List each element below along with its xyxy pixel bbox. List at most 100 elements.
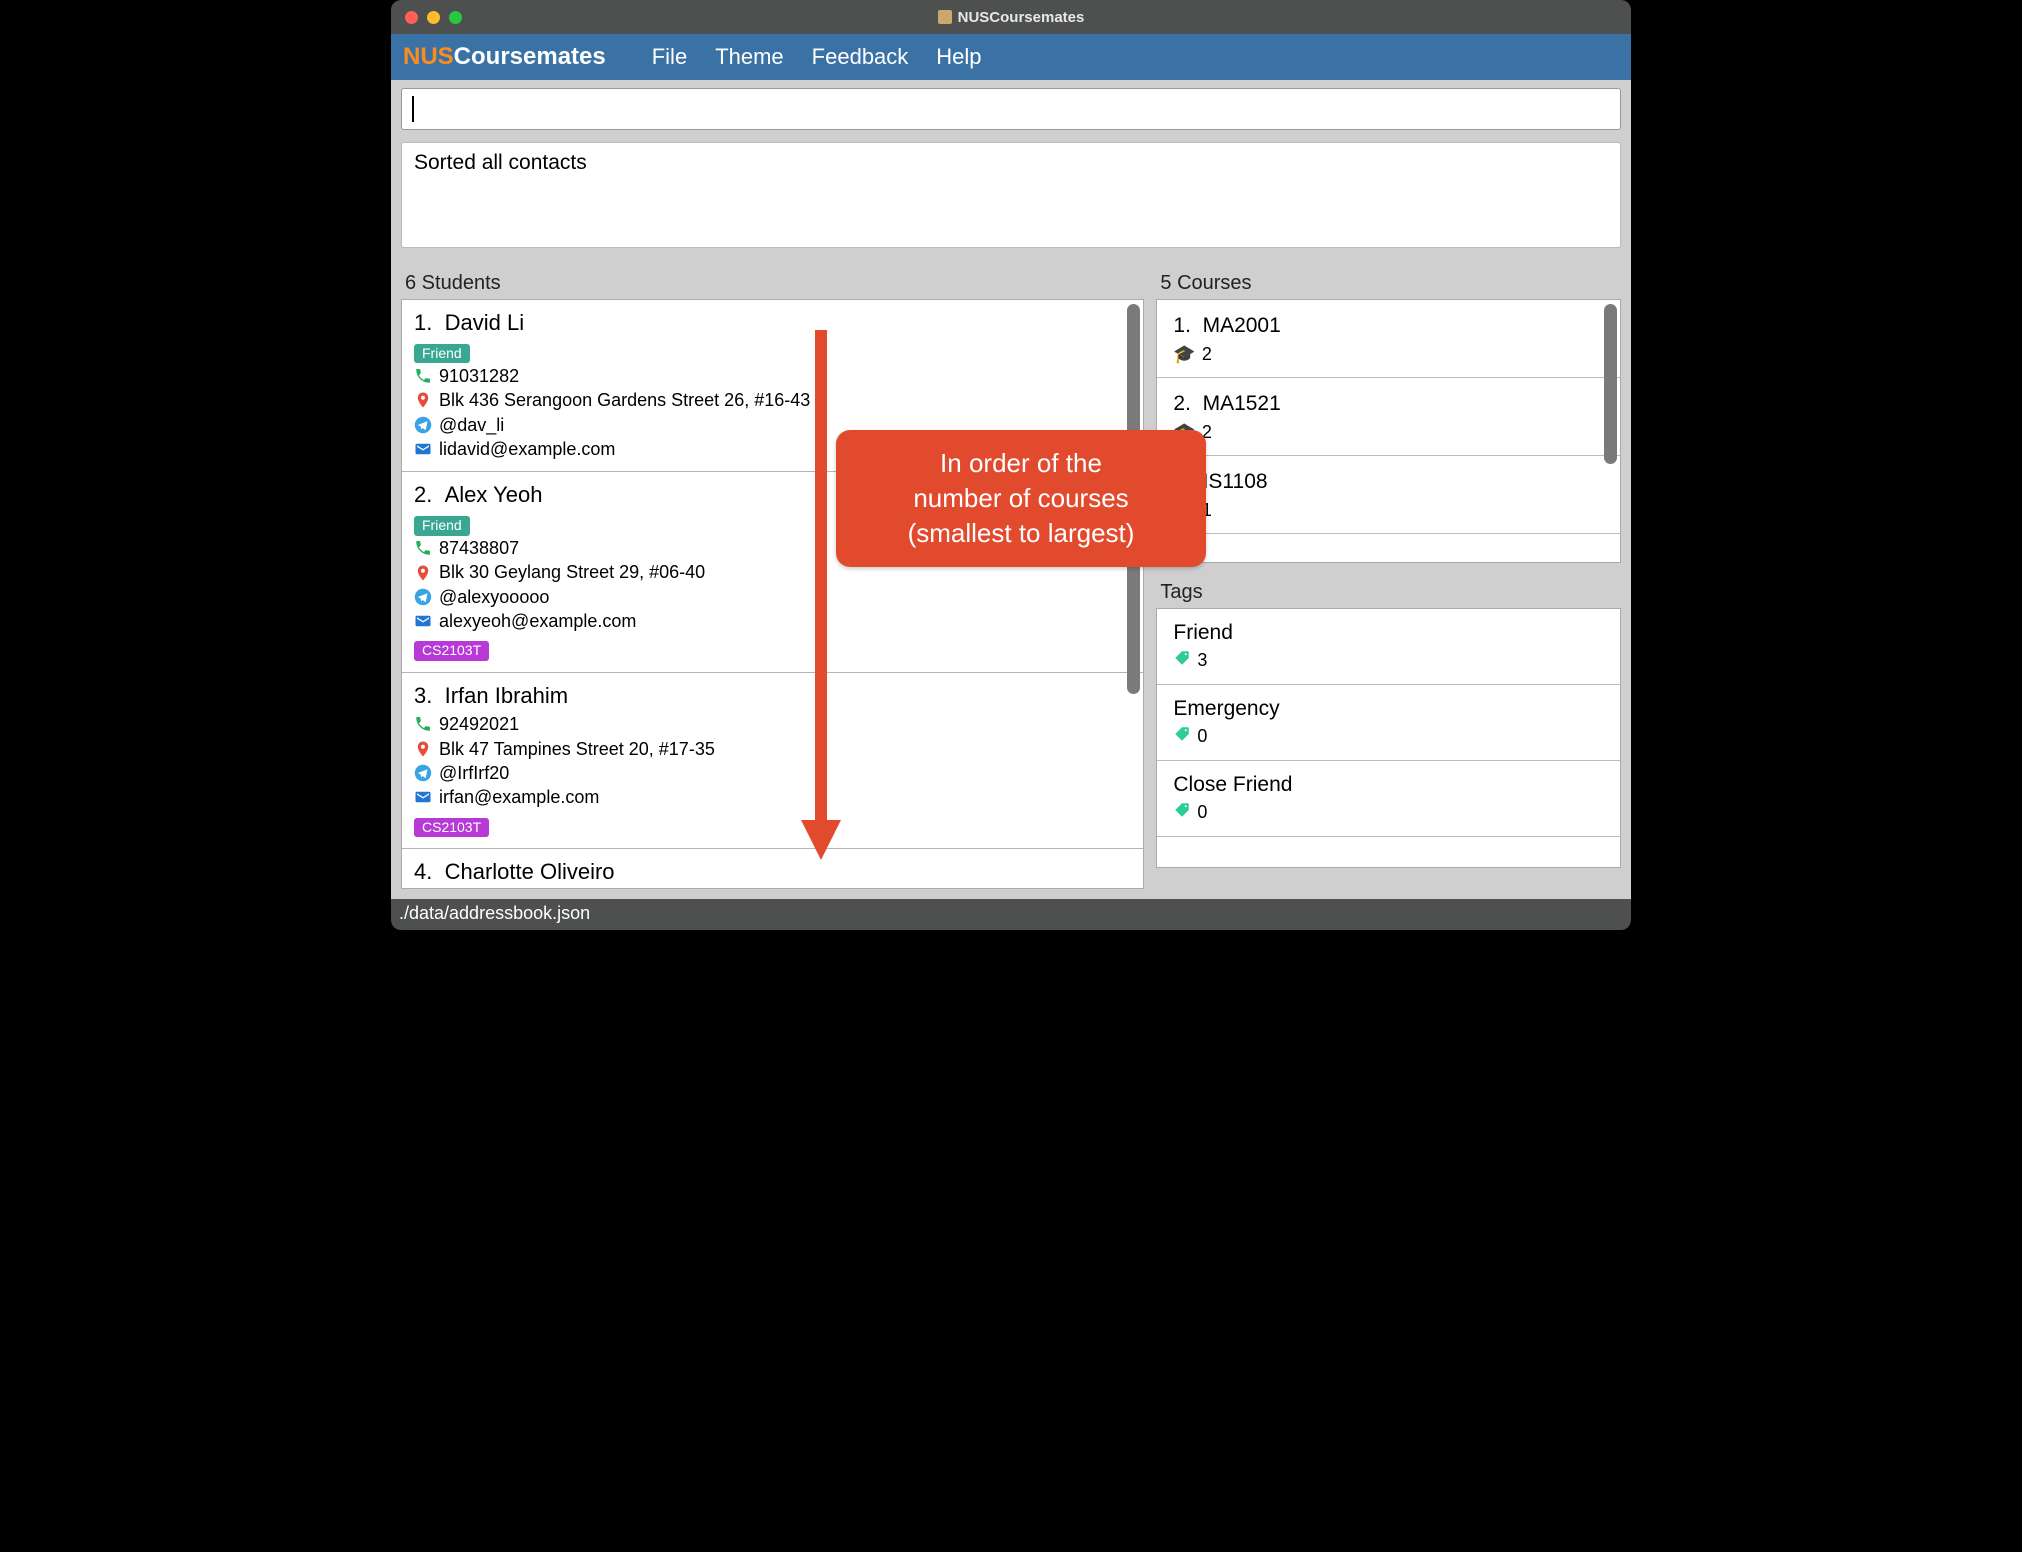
status-bar: ./data/addressbook.json — [391, 899, 1631, 930]
app-icon — [938, 10, 952, 24]
menu-file[interactable]: File — [652, 44, 687, 70]
student-email: irfan@example.com — [439, 785, 599, 809]
tag-icon — [1173, 649, 1191, 672]
tag-item[interactable]: Friend 3 — [1157, 609, 1620, 685]
minimize-window-button[interactable] — [427, 11, 440, 24]
student-phone: 93210283 — [439, 889, 519, 890]
course-count: 2 — [1202, 344, 1212, 365]
courses-pane: 5 Courses 1. MA2001 🎓 2 — [1156, 272, 1621, 563]
friend-tag: Friend — [414, 516, 470, 536]
student-telegram: @IrfIrf20 — [439, 761, 509, 785]
telegram-icon — [414, 588, 432, 606]
app-window: NUSCoursemates NUSCoursemates File Theme… — [391, 0, 1631, 930]
course-index: 1. — [1173, 314, 1191, 337]
phone-icon — [414, 367, 432, 385]
maximize-window-button[interactable] — [449, 11, 462, 24]
location-pin-icon — [414, 564, 432, 582]
status-path: ./data/addressbook.json — [399, 903, 590, 923]
students-list[interactable]: 1. David Li Friend 91031282 — [401, 299, 1144, 889]
tag-name: Close Friend — [1173, 773, 1604, 797]
student-address: Blk 436 Serangoon Gardens Street 26, #16… — [439, 388, 810, 412]
tags-pane: Tags Friend 3 Emergen — [1156, 581, 1621, 868]
course-code: MA1521 — [1203, 392, 1281, 415]
tags-list[interactable]: Friend 3 Emergency — [1156, 608, 1621, 868]
annotation-line: (smallest to largest) — [862, 516, 1180, 551]
telegram-icon — [414, 416, 432, 434]
course-code: MA2001 — [1203, 314, 1281, 337]
brand-rest: Coursemates — [454, 43, 606, 71]
tag-icon — [1173, 725, 1191, 748]
course-tag: CS2103T — [414, 641, 489, 661]
window-title: NUSCoursemates — [391, 9, 1631, 26]
menubar: NUSCoursemates File Theme Feedback Help — [391, 34, 1631, 80]
student-telegram: @alexyooooo — [439, 585, 549, 609]
student-card[interactable]: 3. Irfan Ibrahim 92492021 — [402, 673, 1143, 849]
tags-label: Tags — [1156, 581, 1621, 608]
tag-icon — [1173, 801, 1191, 824]
student-name: David Li — [445, 310, 524, 335]
window-controls — [391, 11, 462, 24]
menu-theme[interactable]: Theme — [715, 44, 783, 70]
students-count-label: 6 Students — [401, 272, 1144, 299]
email-icon — [414, 440, 432, 458]
text-caret — [412, 96, 414, 122]
student-card[interactable]: 4. Charlotte Oliveiro 93210283 — [402, 849, 1143, 889]
brand-logo: NUSCoursemates — [403, 43, 606, 71]
friend-tag: Friend — [414, 344, 470, 364]
command-input[interactable] — [401, 88, 1621, 130]
student-name: Alex Yeoh — [445, 482, 543, 507]
tag-name: Emergency — [1173, 697, 1604, 721]
titlebar: NUSCoursemates — [391, 0, 1631, 34]
location-pin-icon — [414, 740, 432, 758]
student-index: 3. — [414, 683, 432, 708]
location-pin-icon — [414, 391, 432, 409]
student-name: Charlotte Oliveiro — [445, 859, 615, 884]
student-phone: 87438807 — [439, 536, 519, 560]
annotation-callout: In order of the number of courses (small… — [836, 430, 1206, 567]
student-address: Blk 30 Geylang Street 29, #06-40 — [439, 560, 705, 584]
email-icon — [414, 612, 432, 630]
student-name: Irfan Ibrahim — [445, 683, 569, 708]
brand-nus: NUS — [403, 43, 454, 71]
phone-icon — [414, 539, 432, 557]
tag-count-value: 0 — [1197, 802, 1207, 823]
student-email: lidavid@example.com — [439, 437, 615, 461]
courses-list[interactable]: 1. MA2001 🎓 2 2. MA1521 — [1156, 299, 1621, 563]
student-index: 2. — [414, 482, 432, 507]
tag-item[interactable]: Emergency 0 — [1157, 685, 1620, 761]
course-index: 2. — [1173, 392, 1191, 415]
course-item[interactable]: 3. IS1108 🎓 1 — [1157, 456, 1620, 534]
student-email: alexyeoh@example.com — [439, 609, 636, 633]
email-icon — [414, 788, 432, 806]
annotation-line: In order of the — [862, 446, 1180, 481]
student-index: 4. — [414, 859, 432, 884]
tag-name: Friend — [1173, 621, 1604, 645]
result-display: Sorted all contacts — [401, 142, 1621, 248]
phone-icon — [414, 715, 432, 733]
right-pane: 5 Courses 1. MA2001 🎓 2 — [1156, 272, 1621, 889]
students-pane: 6 Students 1. David Li Friend 91031282 — [401, 272, 1144, 889]
student-telegram: @dav_li — [439, 413, 504, 437]
annotation-line: number of courses — [862, 481, 1180, 516]
app-body: Sorted all contacts 6 Students 1. David … — [391, 80, 1631, 899]
menu-help[interactable]: Help — [936, 44, 981, 70]
result-text: Sorted all contacts — [414, 151, 1608, 175]
tag-count-value: 3 — [1197, 650, 1207, 671]
student-address: Blk 47 Tampines Street 20, #17-35 — [439, 737, 715, 761]
student-phone: 91031282 — [439, 364, 519, 388]
graduate-icon: 🎓 — [1173, 344, 1195, 365]
course-item[interactable]: 1. MA2001 🎓 2 — [1157, 300, 1620, 378]
tag-item[interactable]: Close Friend 0 — [1157, 761, 1620, 837]
course-tag: CS2103T — [414, 818, 489, 838]
courses-count-label: 5 Courses — [1156, 272, 1621, 299]
student-phone: 92492021 — [439, 712, 519, 736]
close-window-button[interactable] — [405, 11, 418, 24]
window-title-text: NUSCoursemates — [958, 9, 1085, 26]
course-item[interactable]: 2. MA1521 🎓 2 — [1157, 378, 1620, 456]
courses-scrollbar[interactable] — [1604, 304, 1617, 464]
telegram-icon — [414, 764, 432, 782]
course-code: IS1108 — [1203, 470, 1268, 493]
tag-count-value: 0 — [1197, 726, 1207, 747]
menu-feedback[interactable]: Feedback — [812, 44, 909, 70]
student-index: 1. — [414, 310, 432, 335]
